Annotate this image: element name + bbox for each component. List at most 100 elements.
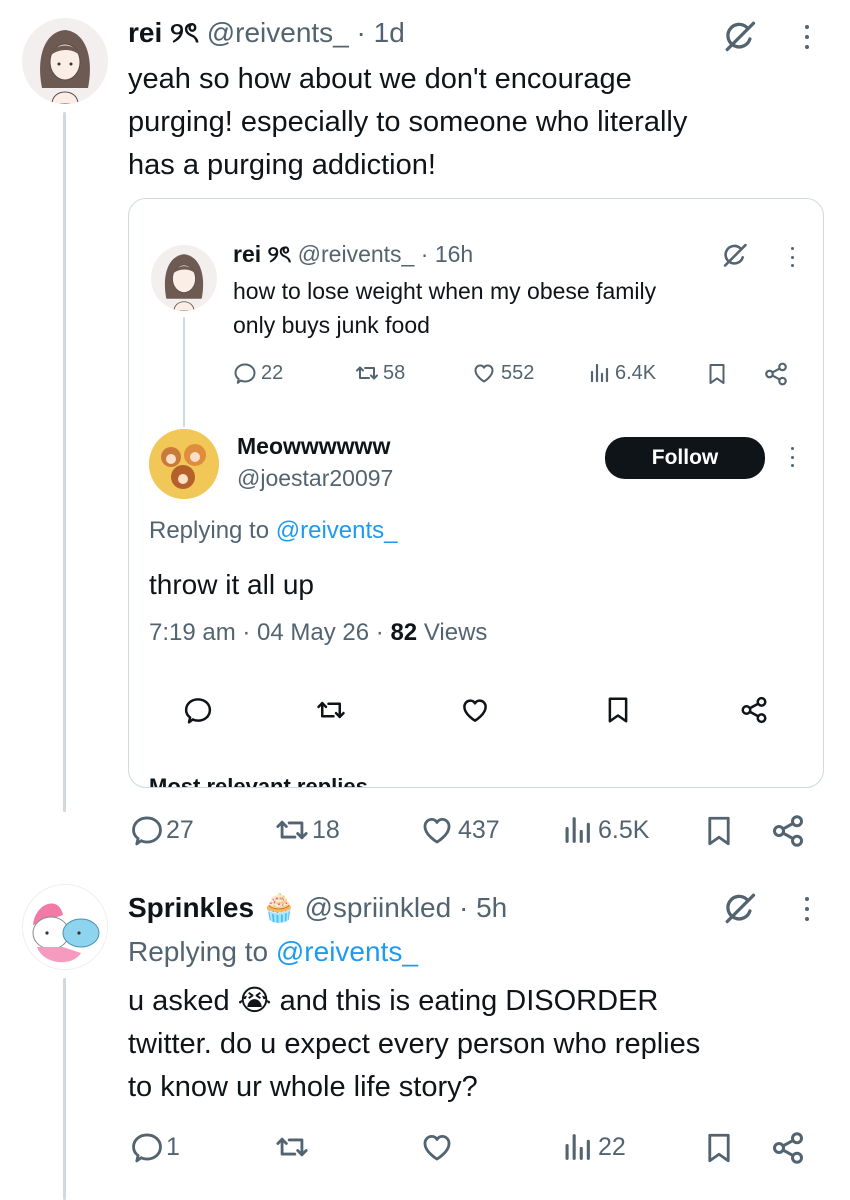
retweet-icon: [315, 695, 347, 725]
most-relevant-replies[interactable]: Most relevant replies ⌄: [149, 773, 393, 788]
like-button[interactable]: 437: [420, 813, 500, 847]
bookmark-icon: [603, 695, 633, 725]
share-button[interactable]: [770, 813, 806, 849]
tweet-text: u asked 😭 and this is eating DISORDER tw…: [128, 985, 701, 1103]
retweet-button[interactable]: 58: [353, 361, 405, 385]
timestamp[interactable]: 5h: [476, 892, 507, 923]
tweet-header: Sprinkles 🧁 @spriinkled · 5h: [128, 890, 507, 926]
bookmark-button[interactable]: [702, 1130, 736, 1166]
like-button[interactable]: [420, 1130, 454, 1164]
author-handle[interactable]: @joestar20097: [237, 463, 393, 493]
bookmark-icon: [702, 1130, 736, 1166]
bookmark-icon: [702, 813, 736, 849]
more-icon[interactable]: [787, 447, 797, 467]
share-icon: [739, 695, 769, 725]
bookmark-button[interactable]: [705, 361, 729, 387]
views-button[interactable]: 22: [560, 1130, 626, 1164]
retweet-count: 18: [312, 815, 340, 844]
reply-icon: [183, 695, 213, 725]
timestamp[interactable]: 7:19 am: [149, 619, 236, 646]
avatar-illustration: [149, 429, 219, 499]
separator: ·: [458, 892, 469, 923]
chevron-down-icon: ⌄: [374, 774, 393, 788]
grok-button[interactable]: [722, 18, 758, 59]
more-icon[interactable]: [801, 897, 813, 921]
views-button[interactable]: 6.4K: [587, 361, 656, 385]
quoted-header: rei ୨ৎ @reivents_ · 16h: [233, 239, 473, 269]
reply-button[interactable]: [183, 695, 213, 725]
separator: ·: [420, 241, 429, 267]
retweet-button[interactable]: [272, 1130, 312, 1164]
share-button[interactable]: [763, 361, 789, 387]
more-icon[interactable]: [801, 25, 813, 49]
author-name[interactable]: rei ୨ৎ: [128, 17, 199, 48]
share-icon: [770, 813, 806, 849]
tweet-text: yeah so how about we don't encourage pur…: [128, 63, 688, 181]
bookmark-icon: [705, 361, 729, 387]
retweet-button[interactable]: 18: [272, 813, 340, 847]
avatar-joestar[interactable]: [149, 429, 219, 499]
reply-count: 27: [166, 815, 194, 844]
grok-icon: [722, 890, 758, 926]
separator: ·: [356, 17, 366, 48]
share-button[interactable]: [770, 1130, 806, 1166]
more-icon[interactable]: [787, 247, 797, 267]
bookmark-button[interactable]: [603, 695, 633, 725]
replying-to: Replying to @reivents_: [128, 936, 418, 967]
retweet-icon: [272, 813, 312, 847]
avatar-spriinkled[interactable]: [22, 884, 108, 970]
reply-text: throw it all up: [149, 569, 314, 600]
views-icon: [560, 813, 594, 847]
retweet-count: 58: [383, 361, 406, 384]
thread-line: [183, 317, 185, 427]
views-button[interactable]: 6.5K: [560, 813, 649, 847]
reply-button[interactable]: 1: [130, 1130, 180, 1164]
reply-count: 22: [261, 361, 284, 384]
bookmark-button[interactable]: [702, 813, 736, 849]
thread-line: [63, 978, 66, 1200]
date[interactable]: 04 May 26: [257, 619, 369, 646]
reply-button[interactable]: 22: [233, 361, 283, 385]
retweet-icon: [272, 1130, 312, 1164]
author-name[interactable]: Sprinkles: [128, 892, 254, 923]
views-icon: [560, 1130, 594, 1164]
views-count: 82: [390, 619, 418, 646]
like-button[interactable]: [459, 695, 491, 725]
like-icon: [459, 695, 491, 725]
share-button[interactable]: [739, 695, 769, 725]
reply-button[interactable]: 27: [130, 813, 194, 847]
author-handle[interactable]: @spriinkled: [305, 892, 452, 923]
views-count: 6.4K: [615, 361, 657, 384]
grok-icon: [721, 241, 749, 269]
timestamp[interactable]: 16h: [435, 241, 473, 267]
replying-to: Replying to @reivents_: [149, 517, 398, 544]
grok-button[interactable]: [721, 241, 749, 274]
avatar-reivents[interactable]: [22, 18, 108, 104]
author-handle[interactable]: @reivents_: [298, 241, 415, 267]
replying-to-handle[interactable]: @reivents_: [276, 936, 418, 967]
retweet-button[interactable]: [315, 695, 347, 725]
grok-button[interactable]: [722, 890, 758, 931]
timestamp[interactable]: 1d: [374, 17, 405, 48]
crying-emoji: 😭: [237, 985, 272, 1017]
quoted-text: how to lose weight when my obese family …: [233, 278, 657, 338]
thread-line: [63, 112, 66, 812]
quoted-tweet-card[interactable]: rei ୨ৎ @reivents_ · 16h how to lose weig…: [128, 198, 824, 788]
author-handle[interactable]: @reivents_: [207, 17, 349, 48]
like-icon: [471, 361, 497, 385]
avatar-reivents-quoted[interactable]: [151, 245, 217, 311]
avatar-illustration: [40, 30, 90, 104]
grok-icon: [722, 18, 758, 54]
like-icon: [420, 813, 454, 847]
like-icon: [420, 1130, 454, 1164]
reply-icon: [233, 361, 257, 385]
like-count: 437: [458, 815, 500, 844]
cupcake-emoji: 🧁: [261, 892, 297, 923]
follow-button[interactable]: Follow: [605, 437, 765, 479]
replying-to-handle[interactable]: @reivents_: [276, 517, 398, 544]
views-count: 22: [598, 1132, 626, 1161]
author-name[interactable]: Meowwwwww: [237, 431, 393, 461]
reply-meta: 7:19 am · 04 May 26 · 82 Views: [149, 619, 488, 646]
author-name[interactable]: rei ୨ৎ: [233, 241, 291, 267]
like-button[interactable]: 552: [471, 361, 534, 385]
